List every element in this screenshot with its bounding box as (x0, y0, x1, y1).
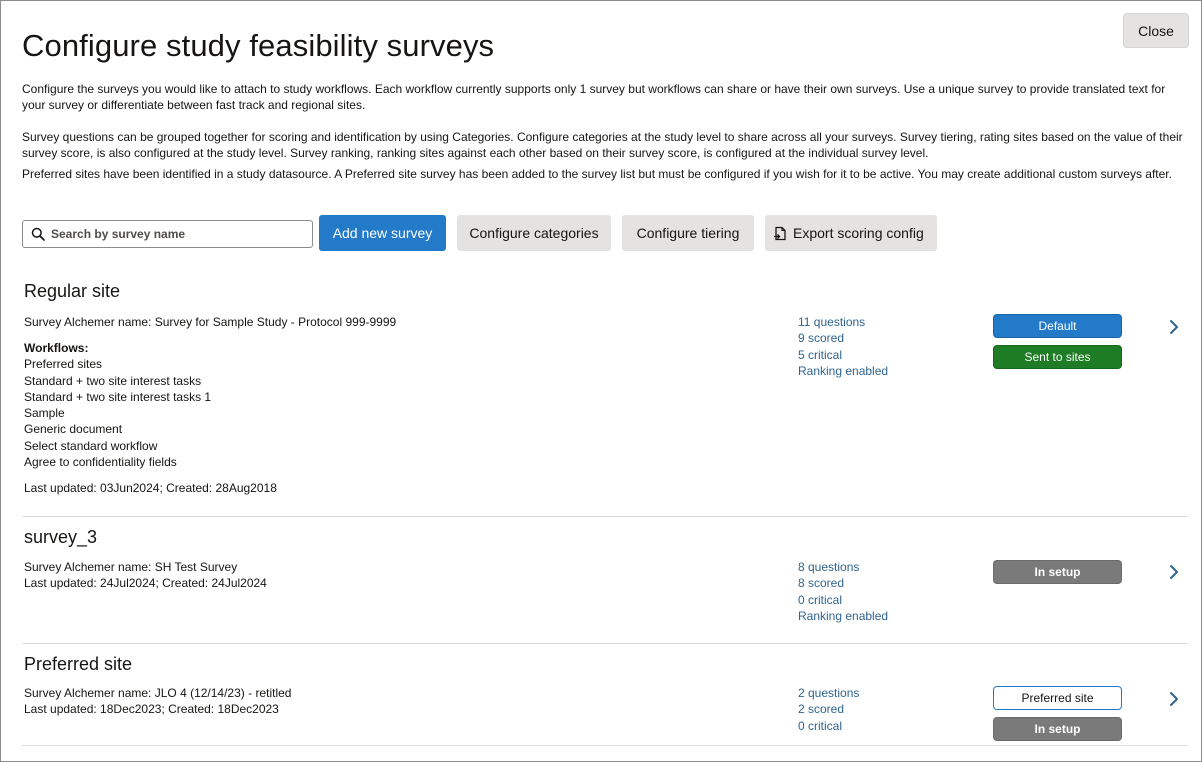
scored-count-link[interactable]: 9 scored (798, 330, 888, 346)
survey-dates: Last updated: 24Jul2024; Created: 24Jul2… (24, 576, 267, 590)
configure-categories-button[interactable]: Configure categories (457, 215, 611, 251)
survey-title: survey_3 (24, 527, 98, 547)
status-badge-preferred-site: Preferred site (993, 686, 1122, 710)
questions-count-link[interactable]: 11 questions (798, 314, 888, 330)
export-icon (773, 226, 788, 241)
survey-stats: 8 questions 8 scored 0 critical Ranking … (798, 559, 888, 624)
survey-alchemer-name: Survey Alchemer name: Survey for Sample … (24, 315, 397, 329)
chevron-right-icon[interactable] (1167, 564, 1181, 580)
workflows-list: Workflows: Preferred sites Standard + tw… (24, 340, 211, 470)
search-input[interactable] (51, 224, 306, 244)
export-scoring-config-button[interactable]: Export scoring config (765, 215, 937, 251)
workflow-item: Standard + two site interest tasks (24, 373, 202, 388)
ranking-status-link[interactable]: Ranking enabled (798, 363, 888, 379)
chevron-right-icon[interactable] (1167, 691, 1181, 707)
intro-paragraph-1: Configure the surveys you would like to … (22, 82, 1166, 112)
workflow-item: Sample (24, 406, 65, 421)
scored-count-link[interactable]: 8 scored (798, 575, 888, 591)
survey-dates: Last updated: 03Jun2024; Created: 28Aug2… (24, 481, 277, 495)
survey-row-preferred-site[interactable]: Preferred site Survey Alchemer name: JLO… (22, 644, 1188, 746)
ranking-status-link[interactable]: Ranking enabled (798, 608, 888, 624)
survey-row-survey-3[interactable]: survey_3 Survey Alchemer name: SH Test S… (22, 517, 1188, 644)
intro-paragraph-2: Survey questions can be grouped together… (22, 130, 1183, 160)
export-scoring-config-label: Export scoring config (793, 225, 924, 241)
search-icon (31, 227, 45, 241)
status-badge-in-setup: In setup (993, 717, 1122, 741)
workflow-item: Preferred sites (24, 357, 103, 372)
add-new-survey-button[interactable]: Add new survey (319, 215, 446, 251)
configure-tiering-button[interactable]: Configure tiering (622, 215, 754, 251)
close-button[interactable]: Close (1123, 13, 1189, 48)
survey-stats: 2 questions 2 scored 0 critical (798, 685, 859, 734)
intro-paragraph-3: Preferred sites have been identified in … (22, 167, 1172, 181)
survey-title: Preferred site (24, 654, 133, 674)
status-badge-in-setup: In setup (993, 560, 1122, 584)
survey-stats: 11 questions 9 scored 5 critical Ranking… (798, 314, 888, 379)
status-badge-sent-to-sites: Sent to sites (993, 345, 1122, 369)
questions-count-link[interactable]: 8 questions (798, 559, 888, 575)
workflow-item: Generic document (24, 422, 123, 437)
survey-row-regular-site[interactable]: Regular site Survey Alchemer name: Surve… (22, 263, 1188, 517)
toolbar: Add new survey Configure categories Conf… (22, 214, 1182, 251)
status-badge-default: Default (993, 314, 1122, 338)
workflow-item: Agree to confidentiality fields (24, 455, 177, 470)
questions-count-link[interactable]: 2 questions (798, 685, 859, 701)
critical-count-link[interactable]: 0 critical (798, 592, 888, 608)
survey-dates: Last updated: 18Dec2023; Created: 18Dec2… (24, 702, 279, 716)
critical-count-link[interactable]: 5 critical (798, 347, 888, 363)
search-box[interactable] (22, 220, 313, 248)
page-title: Configure study feasibility surveys (22, 28, 495, 63)
survey-alchemer-name: Survey Alchemer name: JLO 4 (12/14/23) -… (24, 686, 292, 700)
dialog-frame: Configure study feasibility surveys Clos… (0, 0, 1202, 762)
workflows-label: Workflows: (24, 341, 89, 355)
survey-alchemer-name: Survey Alchemer name: SH Test Survey (24, 560, 238, 574)
scored-count-link[interactable]: 2 scored (798, 701, 859, 717)
survey-title: Regular site (24, 281, 121, 301)
chevron-right-icon[interactable] (1167, 319, 1181, 335)
workflow-item: Select standard workflow (24, 438, 158, 453)
critical-count-link[interactable]: 0 critical (798, 718, 859, 734)
workflow-item: Standard + two site interest tasks 1 (24, 389, 212, 404)
